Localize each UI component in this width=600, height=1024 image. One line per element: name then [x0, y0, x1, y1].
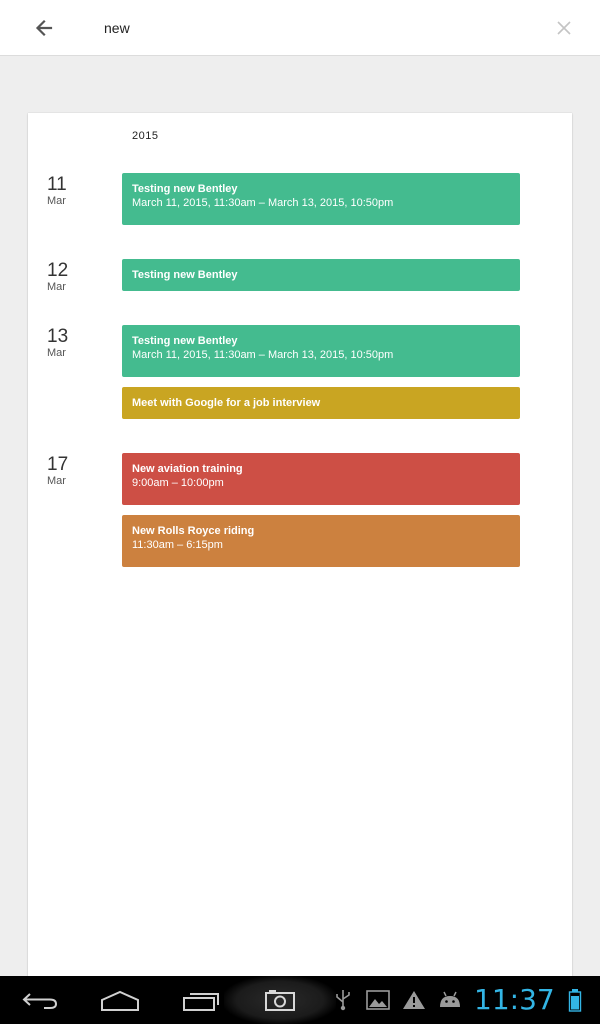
day-month: Mar	[47, 347, 66, 359]
event-chip[interactable]: Testing new Bentley	[122, 259, 520, 291]
clear-search-button[interactable]	[550, 14, 578, 42]
search-input[interactable]	[104, 16, 524, 40]
camera-icon	[265, 990, 295, 1011]
year-header: 2015	[132, 130, 159, 142]
usb-notification[interactable]	[334, 988, 352, 1012]
day-month: Mar	[47, 281, 66, 293]
system-back-button[interactable]	[20, 988, 60, 1012]
event-title: New Rolls Royce riding	[132, 525, 255, 537]
event-chip[interactable]: New aviation training 9:00am – 10:00pm	[122, 453, 520, 505]
warning-notification[interactable]	[402, 990, 426, 1010]
system-recent-apps-button[interactable]	[182, 988, 222, 1012]
date-label: 17 Mar	[47, 455, 107, 488]
event-title: Meet with Google for a job interview	[132, 397, 321, 409]
event-chip[interactable]: New Rolls Royce riding 11:30am – 6:15pm	[122, 515, 520, 567]
event-time: March 11, 2015, 11:30am – March 13, 2015…	[132, 349, 394, 361]
day-month: Mar	[47, 195, 66, 207]
android-notification[interactable]	[437, 989, 463, 1011]
warning-icon	[403, 991, 425, 1009]
day-number: 11	[47, 174, 67, 195]
search-results-card: 2015 11 Mar Testing new Bentley March 11…	[28, 113, 572, 976]
date-label: 12 Mar	[47, 261, 107, 294]
day-month: Mar	[47, 475, 66, 487]
event-chip[interactable]: Testing new Bentley March 11, 2015, 11:3…	[122, 325, 520, 377]
event-time: 11:30am – 6:15pm	[132, 539, 223, 551]
system-home-button[interactable]	[100, 990, 140, 1012]
search-toolbar	[0, 0, 600, 56]
event-title: Testing new Bentley	[132, 183, 238, 195]
status-clock[interactable]: 11:37	[474, 982, 555, 1018]
event-title: New aviation training	[132, 463, 243, 475]
event-title: Testing new Bentley	[132, 335, 238, 347]
android-icon	[440, 991, 460, 1007]
event-title: Testing new Bentley	[132, 269, 238, 281]
day-number: 12	[47, 260, 69, 281]
day-number: 13	[47, 326, 69, 347]
battery-status[interactable]	[568, 988, 582, 1012]
system-navigation-bar: 11:37	[0, 976, 600, 1024]
back-button[interactable]	[26, 10, 62, 46]
arrow-left-icon	[35, 19, 53, 37]
event-time: March 11, 2015, 11:30am – March 13, 2015…	[132, 197, 394, 209]
screenshot-button[interactable]	[264, 988, 296, 1012]
day-number: 17	[47, 454, 69, 475]
gallery-notification[interactable]	[366, 990, 390, 1010]
recent-apps-icon	[183, 993, 219, 1011]
close-icon	[557, 21, 571, 35]
event-time: 9:00am – 10:00pm	[132, 477, 224, 489]
gallery-icon	[366, 990, 390, 1010]
back-icon	[22, 993, 58, 1009]
event-chip[interactable]: Testing new Bentley March 11, 2015, 11:3…	[122, 173, 520, 225]
battery-icon	[568, 989, 582, 1012]
date-label: 13 Mar	[47, 327, 107, 360]
event-chip[interactable]: Meet with Google for a job interview	[122, 387, 520, 419]
home-icon	[101, 990, 139, 1011]
date-label: 11 Mar	[47, 175, 107, 208]
usb-icon	[336, 990, 350, 1011]
